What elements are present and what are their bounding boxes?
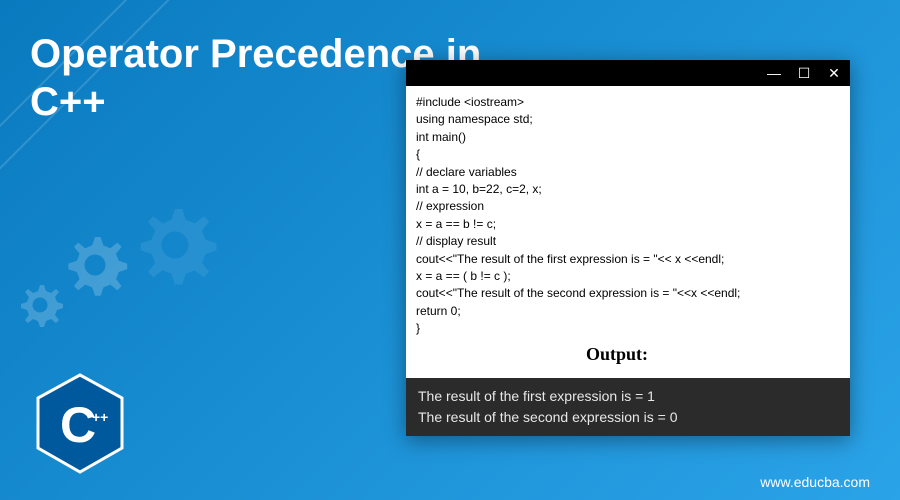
code-line: cout<<"The result of the first expressio…	[416, 251, 840, 268]
code-body: #include <iostream> using namespace std;…	[406, 86, 850, 376]
gear-icon	[130, 200, 220, 290]
code-line: // expression	[416, 198, 840, 215]
code-line: x = a == ( b != c );	[416, 268, 840, 285]
code-window: — ☐ ✕ #include <iostream> using namespac…	[406, 60, 850, 436]
code-line: {	[416, 146, 840, 163]
code-line: x = a == b != c;	[416, 216, 840, 233]
maximize-icon[interactable]: ☐	[794, 65, 814, 82]
code-line: int a = 10, b=22, c=2, x;	[416, 181, 840, 198]
output-line: The result of the second expression is =…	[418, 407, 838, 428]
cpp-logo: C ++	[30, 370, 130, 480]
code-line: cout<<"The result of the second expressi…	[416, 285, 840, 302]
logo-plus: ++	[92, 409, 108, 425]
website-url: www.educba.com	[760, 474, 870, 490]
minimize-icon[interactable]: —	[764, 65, 784, 81]
gear-icon	[15, 280, 65, 330]
code-line: using namespace std;	[416, 111, 840, 128]
logo-letter: C	[60, 397, 96, 453]
gear-icon	[60, 230, 130, 300]
code-line: #include <iostream>	[416, 94, 840, 111]
output-line: The result of the first expression is = …	[418, 386, 838, 407]
code-line: int main()	[416, 129, 840, 146]
code-line: // display result	[416, 233, 840, 250]
code-line: return 0;	[416, 303, 840, 320]
code-line: }	[416, 320, 840, 337]
code-line: // declare variables	[416, 164, 840, 181]
output-box: The result of the first expression is = …	[406, 378, 850, 436]
close-icon[interactable]: ✕	[824, 65, 844, 82]
window-titlebar: — ☐ ✕	[406, 60, 850, 86]
output-label: Output:	[586, 341, 840, 367]
